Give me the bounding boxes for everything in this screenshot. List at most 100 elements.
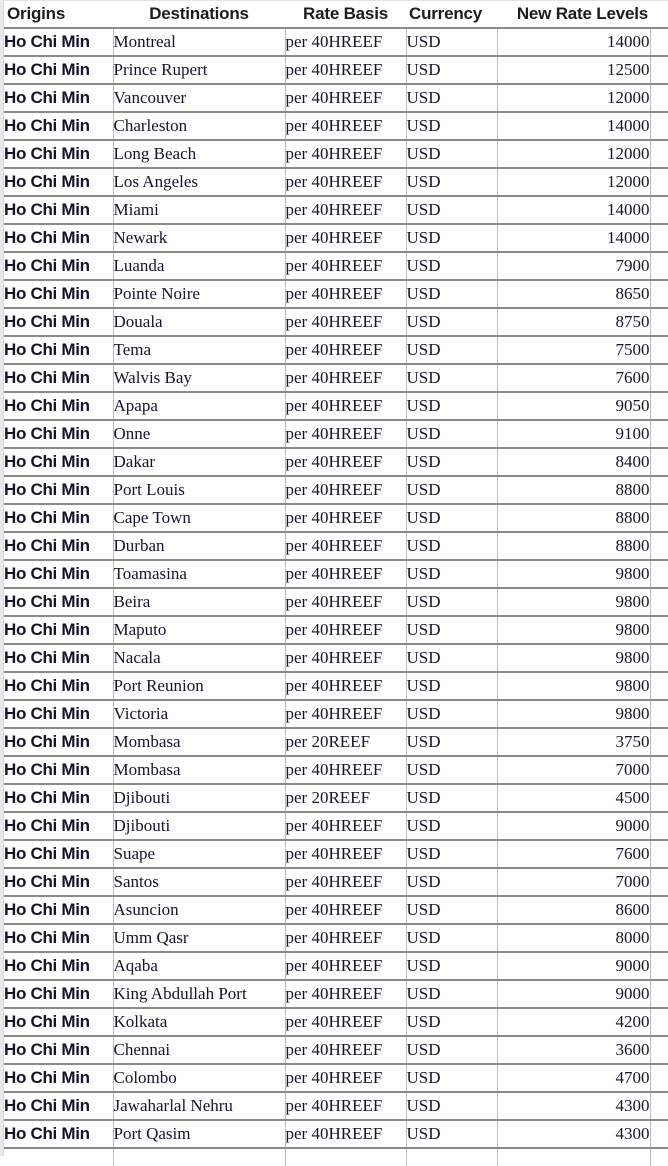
- table-row[interactable]: Ho Chi Min Suape per 40HREEF USD 7600: [4, 839, 668, 869]
- cell-empty[interactable]: [650, 671, 668, 701]
- cell-destination[interactable]: Durban: [113, 531, 286, 561]
- cell-empty[interactable]: [650, 447, 668, 477]
- cell-empty[interactable]: [650, 979, 668, 1009]
- cell-currency[interactable]: USD: [406, 251, 498, 281]
- cell-new-rate-level[interactable]: 9050: [497, 391, 651, 421]
- cell-origin[interactable]: Ho Chi Min: [4, 447, 114, 477]
- table-row[interactable]: Ho Chi Min Durban per 40HREEF USD 8800: [4, 531, 668, 561]
- table-row[interactable]: Ho Chi Min Montreal per 40HREEF USD 14000: [4, 27, 668, 57]
- cell-origin[interactable]: Ho Chi Min: [4, 979, 114, 1009]
- cell-currency[interactable]: USD: [406, 531, 498, 561]
- cell-new-rate-level[interactable]: 12500: [497, 55, 651, 85]
- cell-rate-basis[interactable]: per 40HREEF: [285, 251, 407, 281]
- cell-destination[interactable]: Nacala: [113, 643, 286, 673]
- column-header-new-rate-levels[interactable]: New Rate Levels: [497, 0, 650, 29]
- cell-currency[interactable]: USD: [406, 447, 498, 477]
- cell-destination[interactable]: Cape Town: [113, 503, 286, 533]
- cell-currency[interactable]: USD: [406, 895, 498, 925]
- cell-currency[interactable]: USD: [406, 783, 498, 813]
- cell-rate-basis[interactable]: per 40HREEF: [285, 1007, 407, 1037]
- cell-empty[interactable]: [650, 699, 668, 729]
- cell-rate-basis[interactable]: per 40HREEF: [285, 1035, 407, 1065]
- table-row[interactable]: Ho Chi Min Pointe Noire per 40HREEF USD 8650: [4, 279, 668, 309]
- cell-currency[interactable]: USD: [406, 699, 498, 729]
- cell-rate-basis[interactable]: per 40HREEF: [285, 223, 407, 253]
- cell-origin[interactable]: Ho Chi Min: [4, 671, 114, 701]
- cell-origin[interactable]: Ho Chi Min: [4, 279, 114, 309]
- cell-currency[interactable]: USD: [406, 503, 498, 533]
- cell-destination[interactable]: Los Angeles: [113, 167, 286, 197]
- table-row[interactable]: Ho Chi Min Onne per 40HREEF USD 9100: [4, 419, 668, 449]
- cell-new-rate-level[interactable]: 7900: [497, 251, 651, 281]
- cell-origin[interactable]: Ho Chi Min: [4, 307, 114, 337]
- cell-origin[interactable]: Ho Chi Min: [4, 839, 114, 869]
- cell-currency[interactable]: USD: [406, 615, 498, 645]
- cell-rate-basis[interactable]: per 40HREEF: [285, 1063, 407, 1093]
- cell-destination[interactable]: Charleston: [113, 111, 286, 141]
- table-row[interactable]: Ho Chi Min Douala per 40HREEF USD 8750: [4, 307, 668, 337]
- cell-rate-basis[interactable]: per 40HREEF: [285, 923, 407, 953]
- cell-new-rate-level[interactable]: 8000: [497, 923, 651, 953]
- cell-currency[interactable]: USD: [406, 811, 498, 841]
- table-row[interactable]: Ho Chi Min Long Beach per 40HREEF USD 12000: [4, 139, 668, 169]
- cell-currency[interactable]: USD: [406, 111, 498, 141]
- cell-destination[interactable]: Chennai: [113, 1035, 286, 1065]
- cell-rate-basis[interactable]: per 40HREEF: [285, 195, 407, 225]
- cell-rate-basis[interactable]: per 40HREEF: [285, 531, 407, 561]
- cell-empty[interactable]: [650, 615, 668, 645]
- table-row[interactable]: Ho Chi Min Umm Qasr per 40HREEF USD 8000: [4, 923, 668, 953]
- cell-empty[interactable]: [650, 839, 668, 869]
- cell-new-rate-level[interactable]: 9800: [497, 615, 651, 645]
- cell-destination[interactable]: Toamasina: [113, 559, 286, 589]
- cell-new-rate-level[interactable]: 9800: [497, 671, 651, 701]
- cell-rate-basis[interactable]: per 40HREEF: [285, 755, 407, 785]
- cell-empty[interactable]: [650, 867, 668, 897]
- cell-empty[interactable]: [650, 559, 668, 589]
- cell-origin[interactable]: Ho Chi Min: [4, 475, 114, 505]
- cell-currency[interactable]: USD: [406, 1119, 498, 1149]
- cell-partial[interactable]: [650, 1147, 668, 1166]
- table-row[interactable]: Ho Chi Min Mombasa per 40HREEF USD 7000: [4, 755, 668, 785]
- cell-currency[interactable]: USD: [406, 839, 498, 869]
- cell-new-rate-level[interactable]: 7600: [497, 839, 651, 869]
- cell-currency[interactable]: USD: [406, 55, 498, 85]
- cell-origin[interactable]: Ho Chi Min: [4, 83, 114, 113]
- cell-currency[interactable]: USD: [406, 587, 498, 617]
- cell-empty[interactable]: [650, 27, 668, 57]
- cell-new-rate-level[interactable]: 8800: [497, 475, 651, 505]
- cell-destination[interactable]: Miami: [113, 195, 286, 225]
- cell-currency[interactable]: USD: [406, 83, 498, 113]
- cell-rate-basis[interactable]: per 40HREEF: [285, 307, 407, 337]
- cell-destination[interactable]: Jawaharlal Nehru: [113, 1091, 286, 1121]
- cell-empty[interactable]: [650, 1035, 668, 1065]
- cell-currency[interactable]: USD: [406, 671, 498, 701]
- table-row[interactable]: Ho Chi Min Prince Rupert per 40HREEF USD 125…: [4, 55, 668, 85]
- cell-new-rate-level[interactable]: 7000: [497, 867, 651, 897]
- cell-currency[interactable]: USD: [406, 363, 498, 393]
- cell-rate-basis[interactable]: per 40HREEF: [285, 447, 407, 477]
- cell-empty[interactable]: [650, 727, 668, 757]
- cell-origin[interactable]: Ho Chi Min: [4, 251, 114, 281]
- cell-empty[interactable]: [650, 895, 668, 925]
- cell-origin[interactable]: Ho Chi Min: [4, 923, 114, 953]
- cell-empty[interactable]: [650, 251, 668, 281]
- cell-empty[interactable]: [650, 951, 668, 981]
- cell-destination[interactable]: Montreal: [113, 27, 286, 57]
- cell-empty[interactable]: [650, 279, 668, 309]
- cell-new-rate-level[interactable]: 3600: [497, 1035, 651, 1065]
- cell-new-rate-level[interactable]: 7500: [497, 335, 651, 365]
- cell-new-rate-level[interactable]: 9800: [497, 559, 651, 589]
- cell-origin[interactable]: Ho Chi Min: [4, 55, 114, 85]
- cell-rate-basis[interactable]: per 20REEF: [285, 727, 407, 757]
- cell-origin[interactable]: Ho Chi Min: [4, 587, 114, 617]
- cell-currency[interactable]: USD: [406, 923, 498, 953]
- table-row[interactable]: Ho Chi Min Walvis Bay per 40HREEF USD 7600: [4, 363, 668, 393]
- cell-destination[interactable]: Djibouti: [113, 783, 286, 813]
- cell-new-rate-level[interactable]: 12000: [497, 83, 651, 113]
- cell-empty[interactable]: [650, 83, 668, 113]
- cell-empty[interactable]: [650, 755, 668, 785]
- cell-destination[interactable]: Vancouver: [113, 83, 286, 113]
- cell-origin[interactable]: Ho Chi Min: [4, 895, 114, 925]
- cell-destination[interactable]: Mombasa: [113, 727, 286, 757]
- cell-empty[interactable]: [650, 1119, 668, 1149]
